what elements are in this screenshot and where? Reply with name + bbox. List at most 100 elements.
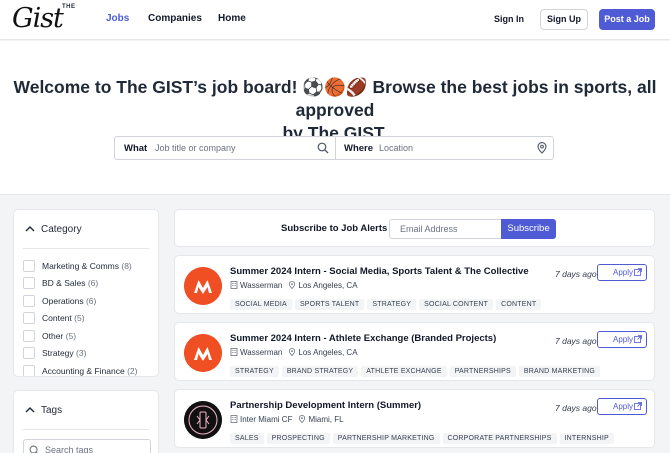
job-company: Wasserman [240,281,283,290]
map-pin-icon[interactable] [536,142,548,154]
job-tags: SALES PROSPECTING PARTNERSHIP MARKETING COR… [230,427,617,445]
job-tag[interactable]: SOCIAL MEDIA [230,299,292,310]
job-tag[interactable]: PROSPECTING [266,433,330,444]
job-card[interactable]: Partnership Development Intern (Summer) … [174,389,655,448]
subscribe-button[interactable]: Subscribe [501,219,556,239]
checkbox[interactable] [23,365,35,376]
job-tag[interactable]: STRATEGY [230,366,279,377]
job-tag[interactable]: CORPORATE PARTNERSHIPS [442,433,557,444]
map-pin-icon [289,281,296,289]
map-pin-icon [299,415,306,423]
inter-miami-logo [184,401,222,439]
external-link-icon [634,402,642,410]
search-icon [29,445,38,453]
tags-search-input[interactable] [45,442,145,453]
post-job-button[interactable]: Post a Job [599,9,655,30]
job-tags: STRATEGY BRAND STRATEGY ATHLETE EXCHANGE PA… [230,360,603,378]
checkbox[interactable] [23,330,35,342]
category-item-count: (5) [74,313,85,323]
page-title-line-1: Welcome to The GIST’s job board! ⚽🏀🏈 Bro… [13,77,657,120]
apply-label: Apply [613,268,634,277]
tags-divider [23,429,149,430]
wasserman-logo [184,267,222,305]
apply-button[interactable]: Apply [597,331,647,348]
job-tag[interactable]: PARTNERSHIPS [449,366,516,377]
job-tag[interactable]: SALES [230,433,264,444]
building-icon [230,348,238,356]
where-input[interactable] [379,139,529,157]
checkbox[interactable] [23,295,35,307]
job-title[interactable]: Summer 2024 Intern - Athlete Exchange (B… [230,333,496,344]
job-tag[interactable]: INTERNSHIP [559,433,614,444]
category-item-label: BD & Sales [42,278,86,288]
category-item-count: (6) [85,296,97,306]
job-tag[interactable]: PARTNERSHIP MARKETING [332,433,440,444]
sign-up-button[interactable]: Sign Up [540,9,588,30]
what-input[interactable] [155,139,310,157]
job-tag[interactable]: SPORTS TALENT [294,299,365,310]
job-alerts-label: Subscribe to Job Alerts [281,223,388,234]
category-item-label: Content [42,313,72,323]
tags-header[interactable]: Tags [25,405,62,416]
category-item-count: (3) [76,348,87,358]
job-tag[interactable]: STRATEGY [367,299,417,310]
nav-jobs[interactable]: Jobs [106,13,129,24]
nav-home[interactable]: Home [218,13,246,24]
chevron-up-icon [25,226,35,232]
category-item-label: Operations [42,296,84,306]
checkbox[interactable] [23,260,35,272]
page-title: Welcome to The GIST’s job board! ⚽🏀🏈 Bro… [10,76,660,145]
job-tag[interactable]: CONTENT [496,299,542,310]
sign-in-link[interactable]: Sign In [494,14,524,24]
apply-button[interactable]: Apply [597,398,647,415]
job-alerts-card: Subscribe to Job Alerts Subscribe [174,209,655,247]
apply-button[interactable]: Apply [597,264,647,281]
job-date: 7 days ago [555,269,597,279]
category-item-count: (6) [87,278,99,288]
category-item-count: (5) [65,331,77,341]
checkbox[interactable] [23,347,35,359]
email-field[interactable] [389,219,502,239]
apply-label: Apply [613,402,634,411]
job-company: Inter Miami CF [240,415,293,424]
search-icon[interactable] [317,142,329,154]
job-title[interactable]: Partnership Development Intern (Summer) [230,400,421,411]
job-search-bar: What Where [114,136,554,160]
job-title[interactable]: Summer 2024 Intern - Social Media, Sport… [230,266,529,277]
logo-wordmark: Gist [12,3,64,34]
wasserman-logo [184,334,222,372]
tags-search-box [23,439,151,453]
category-item-count: (8) [121,261,132,271]
job-card[interactable]: Summer 2024 Intern - Athlete Exchange (B… [174,322,655,381]
chevron-up-icon [25,407,35,413]
category-header[interactable]: Category [25,224,82,235]
job-card[interactable]: Summer 2024 Intern - Social Media, Sport… [174,255,655,314]
job-date: 7 days ago [555,336,597,346]
where-label: Where [344,143,374,154]
category-item-label: Other [42,331,64,341]
category-item-label: Marketing & Comms [42,261,119,271]
job-location: Miami, FL [308,415,344,424]
nav-companies[interactable]: Companies [148,13,202,24]
apply-label: Apply [613,335,634,344]
search-divider [335,137,336,159]
job-tag[interactable]: ATHLETE EXCHANGE [361,366,447,377]
job-company: Wasserman [240,348,283,357]
job-date: 7 days ago [555,403,597,413]
job-meta: Inter Miami CF Miami, FL [230,415,344,424]
category-item-count: (2) [127,366,138,376]
job-location: Los Angeles, CA [298,281,358,290]
checkbox[interactable] [23,277,35,289]
logo-the: THE [62,4,76,10]
job-tag[interactable]: BRAND STRATEGY [281,366,359,377]
checkbox[interactable] [23,312,35,324]
tags-filter-card: Tags [13,390,159,453]
building-icon [230,415,238,423]
map-pin-icon [289,348,296,356]
category-divider [23,248,149,249]
job-tags: SOCIAL MEDIA SPORTS TALENT STRATEGY SOCIAL … [230,293,544,311]
category-item-label: Accounting & Finance [42,366,125,376]
job-tag[interactable]: SOCIAL CONTENT [419,299,494,310]
job-tag[interactable]: BRAND MARKETING [518,366,600,377]
the-gist-logo[interactable]: Gist THE [12,4,86,34]
